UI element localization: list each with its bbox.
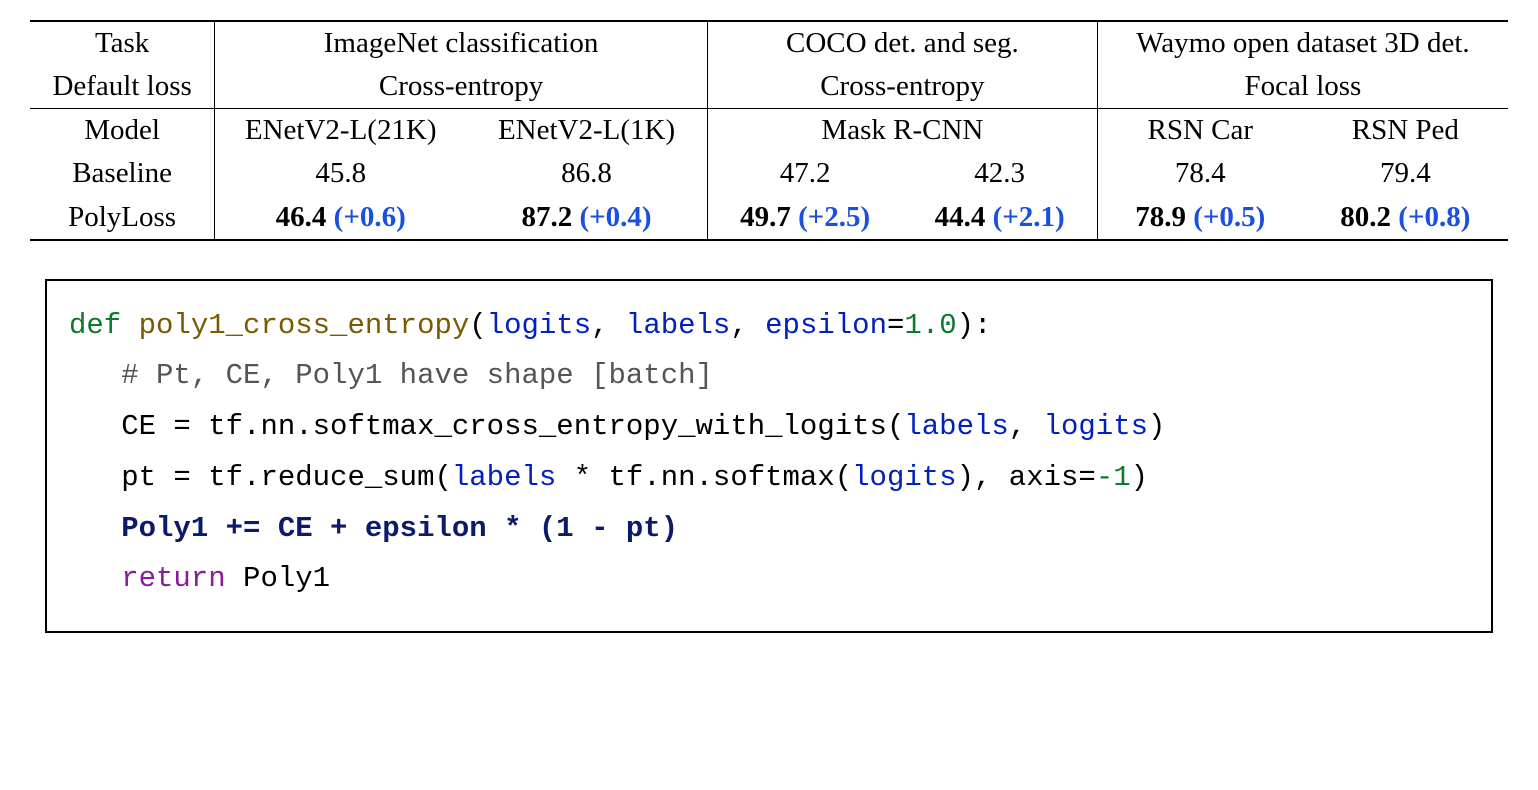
polyloss-c1a-delta: (+0.6) xyxy=(334,201,406,233)
lparen: ( xyxy=(469,309,486,342)
polyloss-c3a: 78.9 (+0.5) xyxy=(1097,196,1302,240)
pt-axis: , axis= xyxy=(974,461,1096,494)
kw-def: def xyxy=(69,309,121,342)
eps-val: 1.0 xyxy=(904,309,956,342)
ce-logits: logits xyxy=(1044,410,1148,443)
ce-comma: , xyxy=(1009,410,1044,443)
model-row: Model ENetV2-L(21K) ENetV2-L(1K) Mask R-… xyxy=(30,109,1508,153)
model-maskrcnn: Mask R-CNN xyxy=(707,109,1097,153)
pt-mid: * tf.nn.softmax( xyxy=(556,461,852,494)
baseline-label: Baseline xyxy=(30,152,215,195)
polyloss-c2a: 49.7 (+2.5) xyxy=(707,196,902,240)
rparen-colon: ): xyxy=(957,309,992,342)
poly1-line: Poly1 += CE + epsilon * (1 - pt) xyxy=(121,512,678,545)
pt-close-soft: ) xyxy=(957,461,974,494)
polyloss-c1b-val: 87.2 xyxy=(522,201,573,233)
fn-name: poly1_cross_entropy xyxy=(139,309,470,342)
baseline-c2b: 42.3 xyxy=(902,152,1097,195)
model-enet21k: ENetV2-L(21K) xyxy=(215,109,466,153)
return-val: Poly1 xyxy=(226,562,330,595)
polyloss-c3a-delta: (+0.5) xyxy=(1193,201,1265,233)
loss-coco: Cross-entropy xyxy=(707,65,1097,109)
pt-close: ) xyxy=(1131,461,1148,494)
comment-line: # Pt, CE, Poly1 have shape [batch] xyxy=(121,359,713,392)
pt-axis-val: -1 xyxy=(1096,461,1131,494)
polyloss-c2b-delta: (+2.1) xyxy=(993,201,1065,233)
polyloss-label: PolyLoss xyxy=(30,196,215,240)
ce-close: ) xyxy=(1148,410,1165,443)
hdr-coco: COCO det. and seg. xyxy=(707,21,1097,65)
polyloss-c1a-val: 46.4 xyxy=(276,201,327,233)
baseline-c2a: 47.2 xyxy=(707,152,902,195)
ce-line-a: CE = tf.nn.softmax_cross_entropy_with_lo… xyxy=(121,410,904,443)
polyloss-c1b: 87.2 (+0.4) xyxy=(466,196,707,240)
comma2: , xyxy=(730,309,765,342)
baseline-c3b: 79.4 xyxy=(1303,152,1508,195)
hdr-task-label: Task xyxy=(30,21,215,65)
polyloss-c1a: 46.4 (+0.6) xyxy=(215,196,466,240)
polyloss-c3b-delta: (+0.8) xyxy=(1398,201,1470,233)
polyloss-c3a-val: 78.9 xyxy=(1135,201,1186,233)
comma1: , xyxy=(591,309,626,342)
polyloss-c3b: 80.2 (+0.8) xyxy=(1303,196,1508,240)
loss-waymo: Focal loss xyxy=(1097,65,1508,109)
table: Task ImageNet classification COCO det. a… xyxy=(30,20,1508,241)
polyloss-row: PolyLoss 46.4 (+0.6) 87.2 (+0.4) 49.7 (+… xyxy=(30,196,1508,240)
hdr-loss-label: Default loss xyxy=(30,65,215,109)
ce-labels: labels xyxy=(904,410,1008,443)
param-logits: logits xyxy=(487,309,591,342)
pt-labels: labels xyxy=(452,461,556,494)
param-epsilon: epsilon xyxy=(765,309,887,342)
model-rsnped: RSN Ped xyxy=(1303,109,1508,153)
baseline-row: Baseline 45.8 86.8 47.2 42.3 78.4 79.4 xyxy=(30,152,1508,195)
code-block: def poly1_cross_entropy(logits, labels, … xyxy=(45,279,1493,634)
baseline-c3a: 78.4 xyxy=(1097,152,1302,195)
polyloss-c3b-val: 80.2 xyxy=(1340,201,1391,233)
loss-imagenet: Cross-entropy xyxy=(215,65,708,109)
model-rsncar: RSN Car xyxy=(1097,109,1302,153)
pt-logits: logits xyxy=(852,461,956,494)
hdr-waymo: Waymo open dataset 3D det. xyxy=(1097,21,1508,65)
kw-return: return xyxy=(121,562,225,595)
header-row-task: Task ImageNet classification COCO det. a… xyxy=(30,21,1508,65)
pt-line-a: pt = tf.reduce_sum( xyxy=(121,461,452,494)
hdr-imagenet: ImageNet classification xyxy=(215,21,708,65)
model-label: Model xyxy=(30,109,215,153)
baseline-c1a: 45.8 xyxy=(215,152,466,195)
page: Task ImageNet classification COCO det. a… xyxy=(30,20,1508,633)
results-table: Task ImageNet classification COCO det. a… xyxy=(30,20,1508,241)
polyloss-c2a-delta: (+2.5) xyxy=(798,201,870,233)
polyloss-c2b: 44.4 (+2.1) xyxy=(902,196,1097,240)
polyloss-c2a-val: 49.7 xyxy=(740,201,791,233)
eq: = xyxy=(887,309,904,342)
param-labels: labels xyxy=(626,309,730,342)
header-row-loss: Default loss Cross-entropy Cross-entropy… xyxy=(30,65,1508,109)
baseline-c1b: 86.8 xyxy=(466,152,707,195)
polyloss-c2b-val: 44.4 xyxy=(935,201,986,233)
model-enet1k: ENetV2-L(1K) xyxy=(466,109,707,153)
polyloss-c1b-delta: (+0.4) xyxy=(580,201,652,233)
